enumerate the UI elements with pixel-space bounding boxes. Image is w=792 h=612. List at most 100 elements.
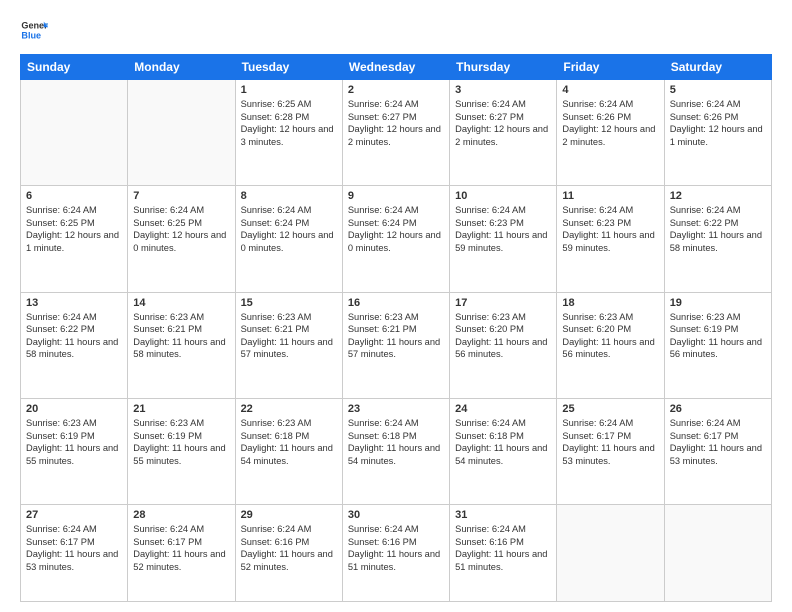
calendar-cell: 24 Sunrise: 6:24 AM Sunset: 6:18 PM Dayli… [450, 398, 557, 504]
col-header-friday: Friday [557, 55, 664, 80]
col-header-sunday: Sunday [21, 55, 128, 80]
calendar-cell: 20 Sunrise: 6:23 AM Sunset: 6:19 PM Dayli… [21, 398, 128, 504]
cell-daylight-info: Sunrise: 6:23 AM Sunset: 6:21 PM Dayligh… [133, 311, 229, 361]
day-number: 13 [26, 297, 122, 309]
cell-daylight-info: Sunrise: 6:24 AM Sunset: 6:18 PM Dayligh… [455, 417, 551, 467]
calendar-week-row: 27 Sunrise: 6:24 AM Sunset: 6:17 PM Dayli… [21, 505, 772, 602]
cell-daylight-info: Sunrise: 6:24 AM Sunset: 6:25 PM Dayligh… [26, 204, 122, 254]
calendar-cell: 1Sunrise: 6:25 AM Sunset: 6:28 PM Daylig… [235, 80, 342, 186]
cell-daylight-info: Sunrise: 6:24 AM Sunset: 6:17 PM Dayligh… [133, 523, 229, 573]
calendar-table: SundayMondayTuesdayWednesdayThursdayFrid… [20, 54, 772, 602]
day-number: 30 [348, 509, 444, 521]
calendar-cell: 18 Sunrise: 6:23 AM Sunset: 6:20 PM Dayli… [557, 292, 664, 398]
cell-daylight-info: Sunrise: 6:24 AM Sunset: 6:27 PM Dayligh… [455, 98, 551, 148]
calendar-cell: 2 Sunrise: 6:24 AM Sunset: 6:27 PM Daylig… [342, 80, 449, 186]
logo-icon: General Blue [20, 16, 48, 44]
calendar-cell: 30 Sunrise: 6:24 AM Sunset: 6:16 PM Dayli… [342, 505, 449, 602]
calendar-cell [664, 505, 771, 602]
calendar-cell: 8 Sunrise: 6:24 AM Sunset: 6:24 PM Daylig… [235, 186, 342, 292]
cell-daylight-info: Sunrise: 6:24 AM Sunset: 6:16 PM Dayligh… [455, 523, 551, 573]
day-number: 16 [348, 297, 444, 309]
calendar-week-row: 1Sunrise: 6:25 AM Sunset: 6:28 PM Daylig… [21, 80, 772, 186]
day-number: 28 [133, 509, 229, 521]
calendar-week-row: 13Sunrise: 6:24 AM Sunset: 6:22 PM Dayli… [21, 292, 772, 398]
day-number: 12 [670, 190, 766, 202]
calendar-cell: 15 Sunrise: 6:23 AM Sunset: 6:21 PM Dayli… [235, 292, 342, 398]
cell-daylight-info: Sunrise: 6:23 AM Sunset: 6:19 PM Dayligh… [670, 311, 766, 361]
day-number: 18 [562, 297, 658, 309]
calendar-cell: 9 Sunrise: 6:24 AM Sunset: 6:24 PM Daylig… [342, 186, 449, 292]
day-number: 15 [241, 297, 337, 309]
calendar-cell: 12 Sunrise: 6:24 AM Sunset: 6:22 PM Dayli… [664, 186, 771, 292]
day-number: 4 [562, 84, 658, 96]
calendar-cell: 10 Sunrise: 6:24 AM Sunset: 6:23 PM Dayli… [450, 186, 557, 292]
col-header-tuesday: Tuesday [235, 55, 342, 80]
day-number: 3 [455, 84, 551, 96]
day-number: 2 [348, 84, 444, 96]
cell-daylight-info: Sunrise: 6:24 AM Sunset: 6:23 PM Dayligh… [562, 204, 658, 254]
calendar-cell: 13Sunrise: 6:24 AM Sunset: 6:22 PM Dayli… [21, 292, 128, 398]
cell-daylight-info: Sunrise: 6:24 AM Sunset: 6:24 PM Dayligh… [241, 204, 337, 254]
calendar-cell: 28 Sunrise: 6:24 AM Sunset: 6:17 PM Dayli… [128, 505, 235, 602]
calendar-cell: 11 Sunrise: 6:24 AM Sunset: 6:23 PM Dayli… [557, 186, 664, 292]
calendar-cell: 31 Sunrise: 6:24 AM Sunset: 6:16 PM Dayli… [450, 505, 557, 602]
calendar-cell: 26 Sunrise: 6:24 AM Sunset: 6:17 PM Dayli… [664, 398, 771, 504]
day-number: 29 [241, 509, 337, 521]
cell-daylight-info: Sunrise: 6:23 AM Sunset: 6:20 PM Dayligh… [562, 311, 658, 361]
cell-daylight-info: Sunrise: 6:24 AM Sunset: 6:26 PM Dayligh… [670, 98, 766, 148]
day-number: 7 [133, 190, 229, 202]
day-number: 31 [455, 509, 551, 521]
day-number: 26 [670, 403, 766, 415]
cell-daylight-info: Sunrise: 6:24 AM Sunset: 6:16 PM Dayligh… [348, 523, 444, 573]
cell-daylight-info: Sunrise: 6:23 AM Sunset: 6:18 PM Dayligh… [241, 417, 337, 467]
day-number: 10 [455, 190, 551, 202]
calendar-cell: 25 Sunrise: 6:24 AM Sunset: 6:17 PM Dayli… [557, 398, 664, 504]
cell-daylight-info: Sunrise: 6:24 AM Sunset: 6:27 PM Dayligh… [348, 98, 444, 148]
calendar-cell [21, 80, 128, 186]
day-number: 9 [348, 190, 444, 202]
calendar-week-row: 20 Sunrise: 6:23 AM Sunset: 6:19 PM Dayli… [21, 398, 772, 504]
calendar-cell: 6Sunrise: 6:24 AM Sunset: 6:25 PM Daylig… [21, 186, 128, 292]
cell-daylight-info: Sunrise: 6:24 AM Sunset: 6:26 PM Dayligh… [562, 98, 658, 148]
cell-daylight-info: Sunrise: 6:23 AM Sunset: 6:21 PM Dayligh… [241, 311, 337, 361]
day-number: 14 [133, 297, 229, 309]
day-number: 23 [348, 403, 444, 415]
day-number: 24 [455, 403, 551, 415]
cell-daylight-info: Sunrise: 6:24 AM Sunset: 6:23 PM Dayligh… [455, 204, 551, 254]
day-number: 20 [26, 403, 122, 415]
day-number: 17 [455, 297, 551, 309]
calendar-cell: 17Sunrise: 6:23 AM Sunset: 6:20 PM Dayli… [450, 292, 557, 398]
calendar-cell: 19 Sunrise: 6:23 AM Sunset: 6:19 PM Dayli… [664, 292, 771, 398]
day-number: 27 [26, 509, 122, 521]
col-header-monday: Monday [128, 55, 235, 80]
svg-text:Blue: Blue [21, 30, 41, 40]
calendar-cell: 14 Sunrise: 6:23 AM Sunset: 6:21 PM Dayli… [128, 292, 235, 398]
cell-daylight-info: Sunrise: 6:24 AM Sunset: 6:22 PM Dayligh… [670, 204, 766, 254]
cell-daylight-info: Sunrise: 6:24 AM Sunset: 6:16 PM Dayligh… [241, 523, 337, 573]
day-number: 11 [562, 190, 658, 202]
cell-daylight-info: Sunrise: 6:24 AM Sunset: 6:17 PM Dayligh… [26, 523, 122, 573]
day-number: 25 [562, 403, 658, 415]
cell-daylight-info: Sunrise: 6:24 AM Sunset: 6:18 PM Dayligh… [348, 417, 444, 467]
calendar-cell: 5 Sunrise: 6:24 AM Sunset: 6:26 PM Daylig… [664, 80, 771, 186]
day-number: 22 [241, 403, 337, 415]
calendar-cell: 23 Sunrise: 6:24 AM Sunset: 6:18 PM Dayli… [342, 398, 449, 504]
calendar-header-row: SundayMondayTuesdayWednesdayThursdayFrid… [21, 55, 772, 80]
day-number: 5 [670, 84, 766, 96]
day-number: 21 [133, 403, 229, 415]
cell-daylight-info: Sunrise: 6:23 AM Sunset: 6:19 PM Dayligh… [26, 417, 122, 467]
col-header-wednesday: Wednesday [342, 55, 449, 80]
cell-daylight-info: Sunrise: 6:24 AM Sunset: 6:17 PM Dayligh… [562, 417, 658, 467]
cell-daylight-info: Sunrise: 6:25 AM Sunset: 6:28 PM Dayligh… [241, 98, 337, 148]
calendar-cell: 4 Sunrise: 6:24 AM Sunset: 6:26 PM Daylig… [557, 80, 664, 186]
calendar-cell: 21Sunrise: 6:23 AM Sunset: 6:19 PM Dayli… [128, 398, 235, 504]
day-number: 8 [241, 190, 337, 202]
calendar-cell [128, 80, 235, 186]
calendar-cell: 16Sunrise: 6:23 AM Sunset: 6:21 PM Dayli… [342, 292, 449, 398]
day-number: 19 [670, 297, 766, 309]
col-header-thursday: Thursday [450, 55, 557, 80]
cell-daylight-info: Sunrise: 6:24 AM Sunset: 6:17 PM Dayligh… [670, 417, 766, 467]
cell-daylight-info: Sunrise: 6:24 AM Sunset: 6:24 PM Dayligh… [348, 204, 444, 254]
calendar-week-row: 6Sunrise: 6:24 AM Sunset: 6:25 PM Daylig… [21, 186, 772, 292]
calendar-cell: 29 Sunrise: 6:24 AM Sunset: 6:16 PM Dayli… [235, 505, 342, 602]
